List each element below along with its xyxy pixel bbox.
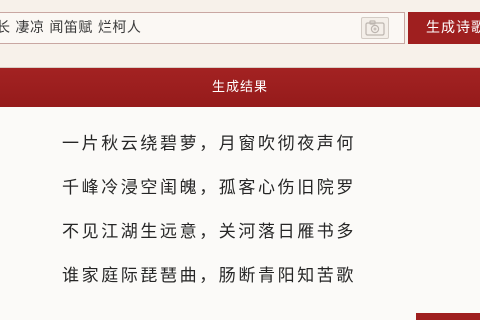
camera-button[interactable] xyxy=(361,17,389,39)
camera-icon xyxy=(365,20,385,36)
poem-line-2: 千峰冷浸空闺魄，孤客心伤旧院罗 xyxy=(62,178,356,198)
poem-line-3: 不见江湖生远意，关河落日雁书多 xyxy=(62,222,356,242)
keyword-input[interactable]: 长 凄凉 闻笛赋 烂柯人 xyxy=(0,12,405,44)
poem-generator-page: 长 凄凉 闻笛赋 烂柯人 生成诗歌 生成结果 一片秋云绕碧萝，月窗吹彻夜声何 千… xyxy=(0,0,480,320)
input-toolbar: 长 凄凉 闻笛赋 烂柯人 生成诗歌 xyxy=(0,12,480,46)
bottom-action-tab[interactable] xyxy=(416,313,480,320)
result-title: 生成结果 xyxy=(0,68,480,107)
poem-line-4: 谁家庭际琵琶曲，肠断青阳知苦歌 xyxy=(62,266,356,286)
poem-line-1: 一片秋云绕碧萝，月窗吹彻夜声何 xyxy=(62,134,356,154)
result-panel: 生成结果 一片秋云绕碧萝，月窗吹彻夜声何 千峰冷浸空闺魄，孤客心伤旧院罗 不见江… xyxy=(0,67,480,320)
generate-poem-button[interactable]: 生成诗歌 xyxy=(408,12,480,44)
poem-text: 一片秋云绕碧萝，月窗吹彻夜声何 千峰冷浸空闺魄，孤客心伤旧院罗 不见江湖生远意，… xyxy=(62,122,402,298)
keyword-input-value: 长 凄凉 闻笛赋 烂柯人 xyxy=(0,20,142,36)
